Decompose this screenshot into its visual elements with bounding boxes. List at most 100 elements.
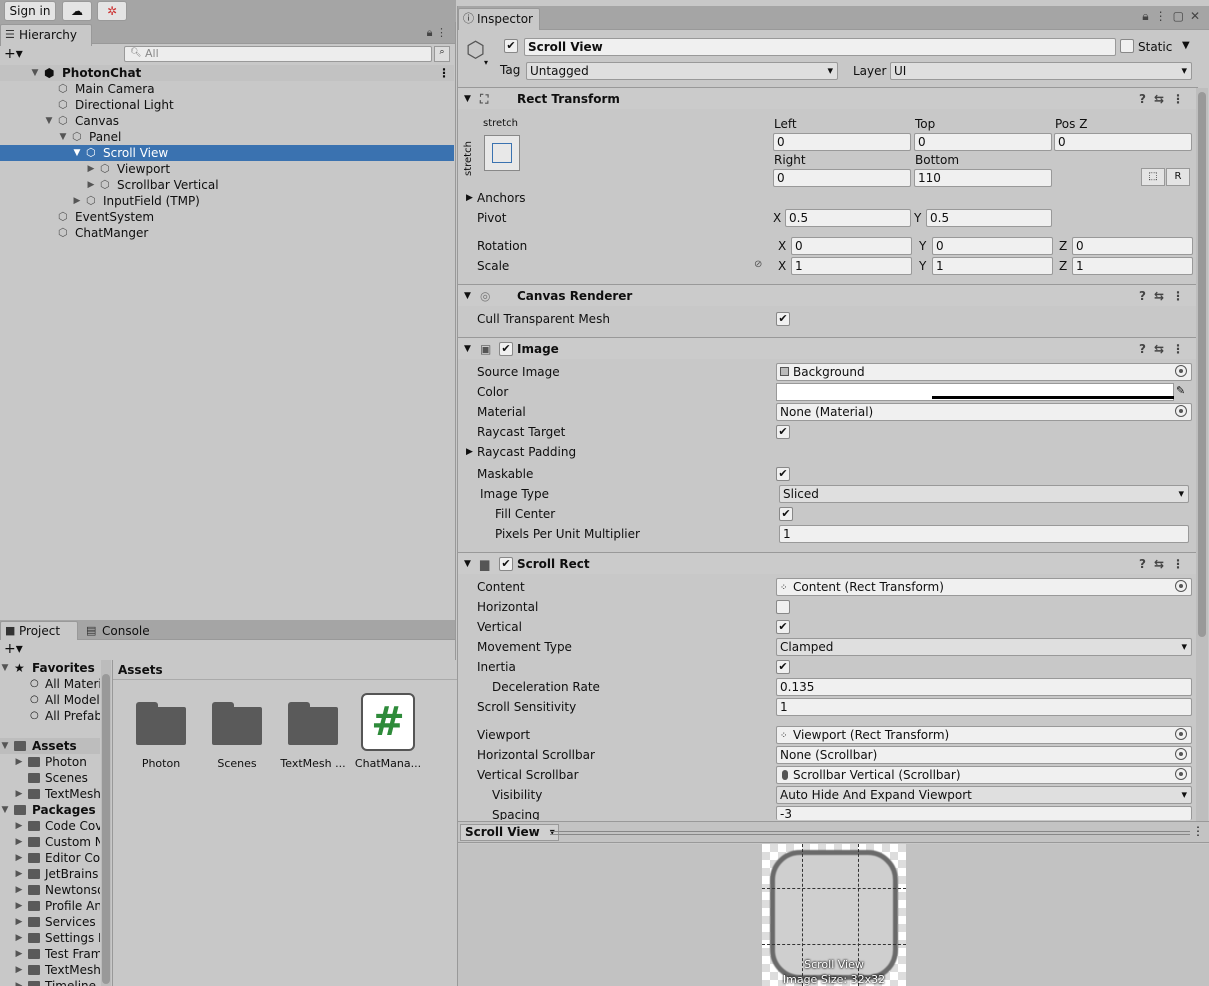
package-item[interactable]: ▶ Custom N	[0, 834, 100, 850]
horizontal-checkbox[interactable]	[776, 600, 790, 614]
posz-field[interactable]: 0	[1054, 133, 1192, 151]
fold-arrow-icon[interactable]: ▼	[464, 88, 471, 110]
folder-item[interactable]: ▶ TextMesh	[0, 786, 100, 802]
eyedropper-icon[interactable]: ✎	[1176, 384, 1185, 397]
layer-dropdown[interactable]: UI	[890, 62, 1192, 80]
package-item[interactable]: ▶ Newtonso	[0, 882, 100, 898]
material-field[interactable]: None (Material)	[776, 403, 1192, 421]
favorite-item[interactable]: ○ All Model	[0, 692, 100, 708]
anchors-fold-icon[interactable]: ▶	[466, 193, 473, 203]
hierarchy-item-selected[interactable]: ▼ ⬡ Scroll View	[0, 145, 454, 161]
tree-scrollbar[interactable]	[101, 660, 111, 986]
favorite-item[interactable]: ○ All Prefab	[0, 708, 100, 724]
collab-button[interactable]: ✲	[97, 1, 127, 21]
component-controls[interactable]: ?⇆⋮	[1139, 285, 1192, 307]
hierarchy-item[interactable]: ▶ ⬡ Scrollbar Vertical	[0, 177, 454, 193]
ppu-field[interactable]: 1	[779, 525, 1189, 543]
scene-menu-icon[interactable]: ⋮	[438, 65, 450, 81]
image-type-dropdown[interactable]: Sliced	[779, 485, 1189, 503]
right-field[interactable]: 0	[773, 169, 911, 187]
spacing-field[interactable]: -3	[776, 806, 1192, 820]
packages-row[interactable]: ▼ Packages	[0, 802, 100, 818]
active-checkbox[interactable]: ✔	[504, 39, 518, 53]
rotation-x-field[interactable]: 0	[791, 237, 912, 255]
raycast-target-checkbox[interactable]: ✔	[776, 425, 790, 439]
component-controls[interactable]: ?⇆⋮	[1139, 88, 1192, 110]
anchor-preset-button[interactable]	[484, 135, 520, 171]
raycast-padding-label[interactable]: Raycast Padding	[477, 443, 576, 461]
fold-arrow-icon[interactable]: ▼	[464, 285, 471, 307]
inertia-checkbox[interactable]: ✔	[776, 660, 790, 674]
deceleration-rate-field[interactable]: 0.135	[776, 678, 1192, 696]
component-controls[interactable]: ?⇆⋮	[1139, 338, 1192, 360]
package-item[interactable]: ▶ Test Fram	[0, 946, 100, 962]
canvas-renderer-header[interactable]: ▼ ◎ Canvas Renderer ?⇆⋮	[458, 284, 1198, 306]
inspector-scrollbar[interactable]	[1196, 88, 1208, 821]
scale-x-field[interactable]: 1	[791, 257, 912, 275]
vertical-checkbox[interactable]: ✔	[776, 620, 790, 634]
favorites-row[interactable]: ▼ ★ Favorites	[0, 660, 100, 676]
source-image-field[interactable]: Background	[776, 363, 1192, 381]
preview-drag-handle[interactable]	[550, 831, 1190, 835]
hierarchy-item[interactable]: ▶ ⬡ Viewport	[0, 161, 454, 177]
package-item[interactable]: ▶ Services	[0, 914, 100, 930]
image-enabled-checkbox[interactable]: ✔	[499, 342, 513, 356]
scale-y-field[interactable]: 1	[932, 257, 1053, 275]
sign-in-button[interactable]: Sign in	[4, 1, 56, 21]
rect-transform-header[interactable]: ▼ ⛶ Rect Transform ?⇆⋮	[458, 87, 1198, 109]
object-picker-icon[interactable]	[1175, 405, 1187, 417]
content-field[interactable]: ⁘ Content (Rect Transform)	[776, 578, 1192, 596]
blueprint-mode-button[interactable]: ⬚	[1141, 168, 1165, 186]
tag-dropdown[interactable]: Untagged	[526, 62, 838, 80]
cloud-button[interactable]: ☁	[62, 1, 92, 21]
pivot-y-field[interactable]: 0.5	[926, 209, 1052, 227]
horizontal-scrollbar-field[interactable]: None (Scrollbar)	[776, 746, 1192, 764]
object-picker-icon[interactable]	[1175, 748, 1187, 760]
component-controls[interactable]: ?⇆⋮	[1139, 553, 1192, 575]
folder-item[interactable]: Scenes	[0, 770, 100, 786]
tab-console[interactable]: ▤ Console	[86, 622, 150, 640]
search-input[interactable]: All	[124, 46, 432, 62]
package-item[interactable]: ▶Settings M	[0, 930, 100, 946]
scroll-sensitivity-field[interactable]: 1	[776, 698, 1192, 716]
preview-title-dropdown[interactable]: Scroll View ▾	[460, 824, 559, 841]
object-picker-icon[interactable]	[1175, 728, 1187, 740]
object-name-field[interactable]: Scroll View	[524, 38, 1116, 56]
fill-center-checkbox[interactable]: ✔	[779, 507, 793, 521]
object-picker-icon[interactable]	[1175, 365, 1187, 377]
preview-menu-icon[interactable]: ⋮	[1192, 824, 1204, 838]
image-header[interactable]: ▼ ▣ ✔ Image ?⇆⋮	[458, 337, 1198, 359]
hierarchy-item[interactable]: ⬡ Directional Light	[0, 97, 454, 113]
folder-item[interactable]: ▶ Photon	[0, 754, 100, 770]
tab-project[interactable]: ■ Project	[0, 621, 78, 640]
movement-type-dropdown[interactable]: Clamped	[776, 638, 1192, 656]
package-item[interactable]: ▶ TextMesh	[0, 962, 100, 978]
pivot-x-field[interactable]: 0.5	[785, 209, 911, 227]
anchors-label[interactable]: Anchors	[477, 189, 526, 207]
inspector-scrollbar-thumb[interactable]	[1198, 92, 1206, 637]
cull-checkbox[interactable]: ✔	[776, 312, 790, 326]
left-field[interactable]: 0	[773, 133, 911, 151]
rotation-y-field[interactable]: 0	[932, 237, 1053, 255]
package-item[interactable]: ▶ Profile An	[0, 898, 100, 914]
static-checkbox[interactable]	[1120, 39, 1134, 53]
hierarchy-item[interactable]: ⬡ Main Camera	[0, 81, 454, 97]
tree-scrollbar-thumb[interactable]	[102, 674, 110, 984]
collapse-arrow-icon[interactable]: ▶	[72, 193, 82, 209]
folder-icon[interactable]	[288, 702, 338, 746]
tab-hierarchy[interactable]: ☰ Hierarchy	[0, 24, 92, 46]
collapse-arrow-icon[interactable]: ▶	[86, 161, 96, 177]
search-options-icon[interactable]: ⌕	[434, 46, 450, 62]
object-picker-icon[interactable]	[1175, 768, 1187, 780]
viewport-field[interactable]: ⁘ Viewport (Rect Transform)	[776, 726, 1192, 744]
package-item[interactable]: ▶ Timeline	[0, 978, 100, 986]
create-button[interactable]: +▾	[4, 46, 23, 62]
hierarchy-item[interactable]: ⬡ ChatManger	[0, 225, 454, 241]
package-item[interactable]: ▶ Code Cov	[0, 818, 100, 834]
project-create-button[interactable]: +▾	[4, 641, 23, 657]
expand-arrow-icon[interactable]: ▼	[44, 113, 54, 129]
expand-arrow-icon[interactable]: ▼	[72, 145, 82, 161]
fold-arrow-icon[interactable]: ▼	[464, 338, 471, 360]
hierarchy-item[interactable]: ▶ ⬡ InputField (TMP)	[0, 193, 454, 209]
package-item[interactable]: ▶ Editor Cor	[0, 850, 100, 866]
